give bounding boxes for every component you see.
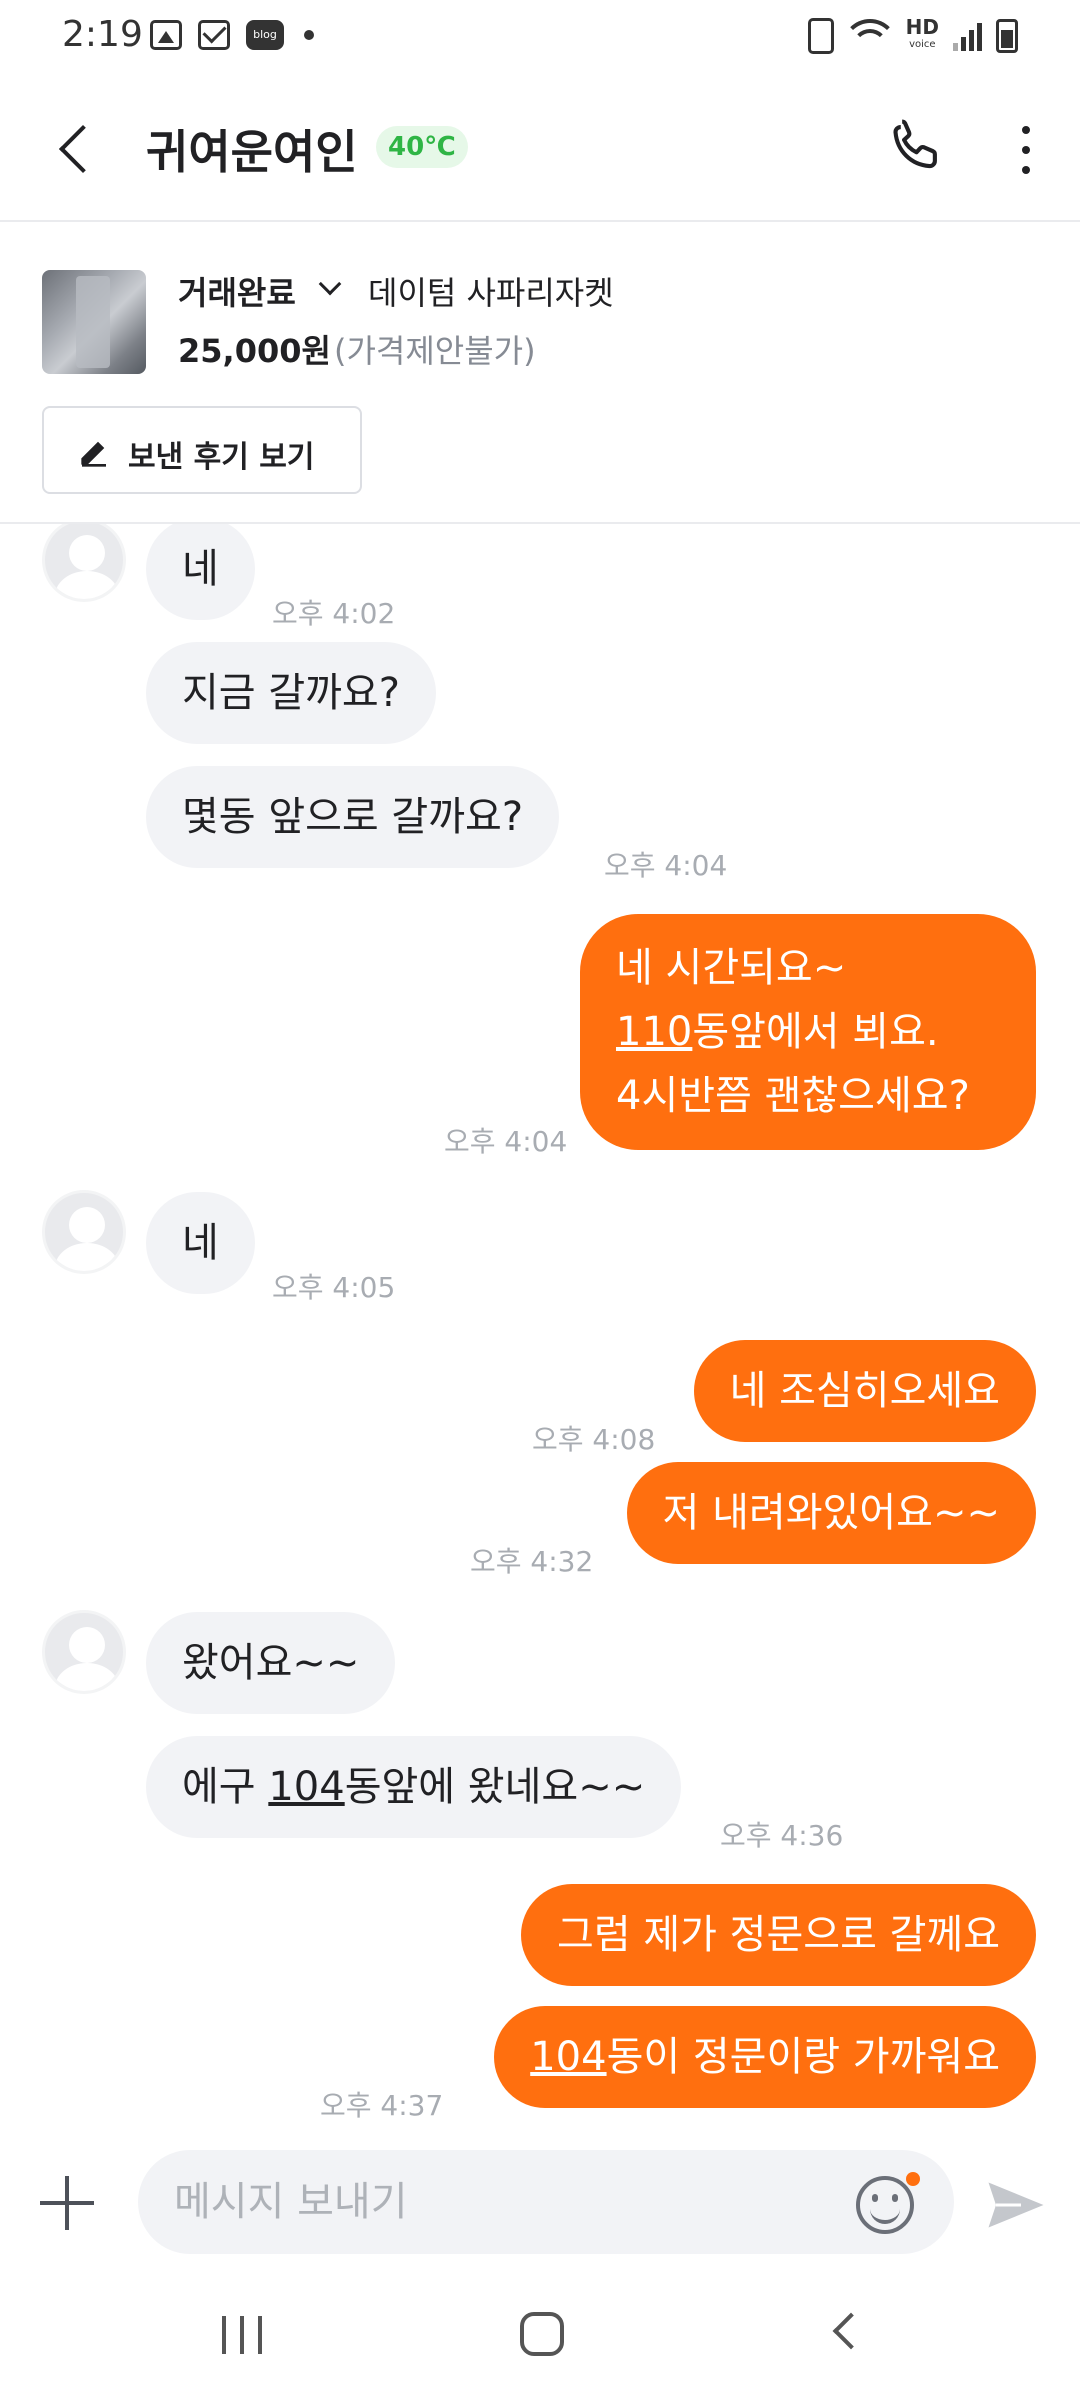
hd-voice-icon: HD voice (905, 15, 939, 50)
product-price: 25,000원 (178, 332, 331, 370)
message-bubble-incoming[interactable]: 지금 갈까요? (146, 642, 436, 744)
system-icons: HD voice (807, 15, 1018, 54)
product-thumbnail[interactable] (42, 270, 146, 374)
message-bubble-outgoing[interactable]: 104동이 정문이랑 가까워요 (494, 2006, 1036, 2108)
chat-header: 귀여운여인 40℃ (0, 76, 1080, 222)
message-list[interactable]: 네 오후 4:02 지금 갈까요? 몇동 앞으로 갈까요? 오후 4:04 네 … (0, 524, 1080, 2136)
message-bubble-incoming[interactable]: 네 (146, 524, 255, 620)
chat-partner-name: 귀여운여인 (146, 125, 358, 179)
status-bar: 2:19 blog HD voice (0, 0, 1080, 76)
review-button-label: 보낸 후기 보기 (128, 440, 315, 475)
battery-icon (996, 19, 1018, 53)
gallery-icon (150, 20, 182, 50)
message-bubble-outgoing[interactable]: 네 시간되요~ 110동앞에서 뵈요. 4시반쯤 괜찮으세요? (580, 914, 1036, 1150)
link-text[interactable]: 104 (268, 1764, 344, 1810)
avatar[interactable] (42, 524, 126, 602)
recent-apps-icon[interactable] (222, 2316, 262, 2354)
system-navigation-bar (0, 2268, 1080, 2400)
send-icon[interactable] (986, 2180, 1046, 2230)
recycle-icon (807, 18, 834, 54)
message-bubble-outgoing[interactable]: 그럼 제가 정문으로 갈께요 (521, 1884, 1036, 1986)
message-time: 오후 4:02 (272, 597, 396, 630)
message-bubble-incoming[interactable]: 네 (146, 1192, 255, 1294)
blog-icon: blog (246, 20, 284, 50)
emoji-new-badge (906, 2172, 920, 2186)
message-text: 에구 (182, 1764, 269, 1810)
message-time: 오후 4:04 (444, 1125, 568, 1158)
plus-icon[interactable] (40, 2176, 94, 2230)
message-bubble-incoming[interactable]: 몇동 앞으로 갈까요? (146, 766, 560, 868)
message-time: 오후 4:32 (470, 1545, 594, 1578)
product-name: 데이텀 사파리자켓 (368, 274, 614, 312)
message-text: 동이 정문이랑 가까워요 (606, 2034, 1000, 2080)
message-bubble-outgoing[interactable]: 저 내려와있어요~~ (626, 1462, 1036, 1564)
notification-icons: blog (150, 20, 314, 50)
message-time: 오후 4:04 (604, 849, 728, 882)
link-text[interactable]: 110 (616, 1009, 692, 1055)
avatar[interactable] (42, 1190, 126, 1274)
more-vertical-icon[interactable] (1016, 120, 1036, 180)
message-line: 110동앞에서 뵈요. (616, 1000, 1000, 1064)
avatar[interactable] (42, 1610, 126, 1694)
wifi-icon (847, 19, 892, 53)
chevron-down-icon[interactable] (318, 272, 342, 296)
view-sent-review-button[interactable]: 보낸 후기 보기 (42, 406, 362, 494)
message-bubble-incoming[interactable]: 왔어요~~ (146, 1612, 396, 1714)
message-line: 4시반쯤 괜찮으세요? (616, 1073, 970, 1119)
signal-icon (953, 21, 982, 51)
link-text[interactable]: 104 (530, 2034, 606, 2080)
home-icon[interactable] (520, 2312, 564, 2356)
nav-back-icon[interactable] (832, 2312, 870, 2350)
message-time: 오후 4:05 (272, 1271, 396, 1304)
mail-icon (198, 20, 230, 50)
message-line: 네 시간되요~ (616, 945, 847, 991)
message-text: 동앞에 왔네요~~ (344, 1764, 646, 1810)
more-notifications-dot-icon (304, 30, 314, 40)
message-line-rest: 동앞에서 뵈요. (692, 1009, 939, 1055)
status-time: 2:19 (62, 14, 143, 55)
message-time: 오후 4:36 (720, 1819, 844, 1852)
back-arrow-icon[interactable] (52, 120, 102, 180)
message-bubble-incoming[interactable]: 에구 104동앞에 왔네요~~ (146, 1736, 682, 1838)
message-time: 오후 4:08 (532, 1423, 656, 1456)
trade-status[interactable]: 거래완료 (178, 268, 296, 314)
message-input[interactable] (138, 2150, 954, 2254)
phone-icon[interactable] (884, 116, 950, 182)
message-bubble-outgoing[interactable]: 네 조심히오세요 (693, 1340, 1036, 1442)
product-card[interactable]: 거래완료 데이텀 사파리자켓 25,000원 (가격제안불가) 보낸 후기 보기 (0, 222, 1080, 524)
message-time: 오후 4:37 (320, 2089, 444, 2122)
emoji-icon[interactable] (856, 2176, 914, 2234)
pencil-icon (81, 441, 106, 467)
manner-temperature-badge: 40℃ (376, 126, 468, 168)
price-negotiation-note: (가격제안불가) (334, 332, 536, 370)
message-input-bar (0, 2136, 1080, 2268)
